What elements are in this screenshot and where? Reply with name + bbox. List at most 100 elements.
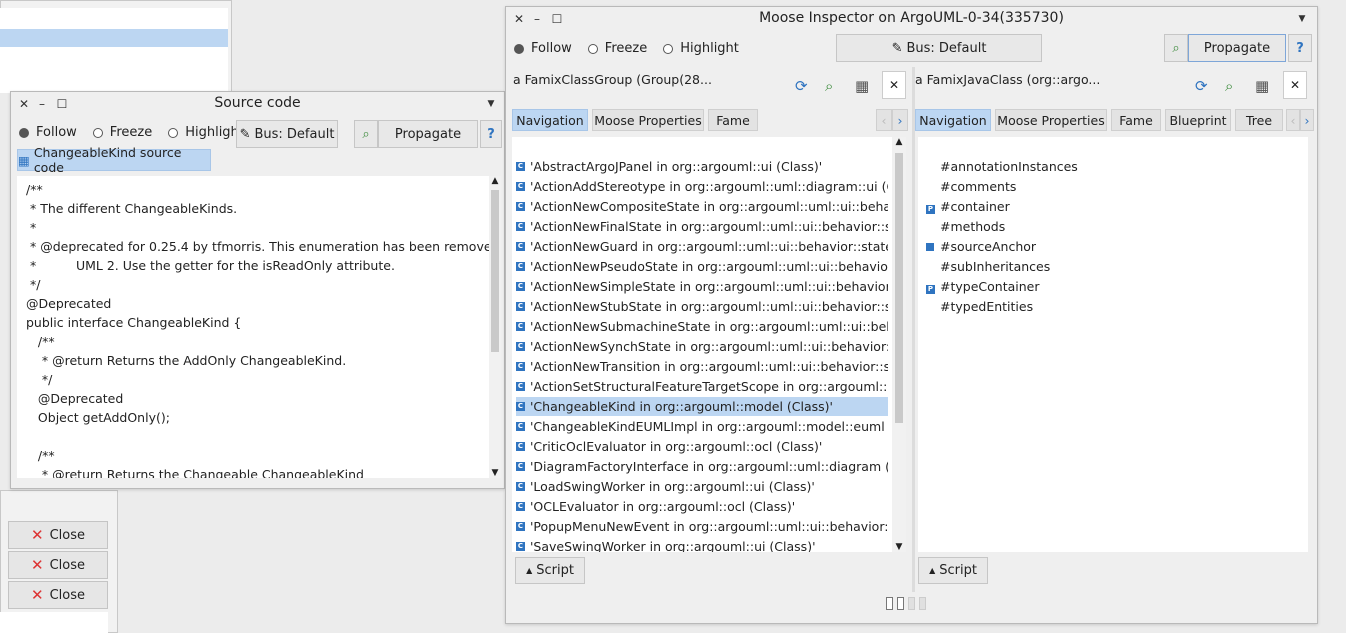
list-item[interactable]: C 'LoadSwingWorker in org::argouml::ui (C… [516, 477, 888, 496]
help-button[interactable]: ? [480, 120, 502, 148]
tab-scroll-right[interactable]: › [1300, 109, 1314, 131]
parent-icon-slot: P [926, 279, 938, 294]
scroll-up-icon[interactable]: ▲ [892, 137, 906, 147]
tab-scroll-left[interactable]: ‹ [876, 109, 892, 131]
scroll-down-icon[interactable]: ▼ [489, 468, 501, 478]
bus-button[interactable]: ✎ Bus: Default [836, 34, 1042, 62]
propagate-button[interactable]: Propagate [1188, 34, 1286, 62]
scroll-down-icon[interactable]: ▼ [892, 542, 906, 552]
list-item[interactable]: C 'CriticOclEvaluator in org::argouml::oc… [516, 437, 888, 456]
left-list-scrollbar[interactable]: ▲ ▼ [892, 137, 906, 552]
tab-blueprint[interactable]: Blueprint [1165, 109, 1231, 131]
script-button[interactable]: ▲ Script [515, 557, 585, 584]
list-item[interactable]: C 'ActionNewCompositeState in org::argoum… [516, 197, 888, 216]
glasses-button[interactable]: ⌕ [354, 120, 378, 148]
source-code-editor[interactable]: /** * The different ChangeableKinds. * *… [17, 176, 489, 478]
glasses-icon[interactable]: ⌕ [1225, 77, 1233, 95]
pane-divider[interactable] [912, 67, 915, 592]
tab-navigation[interactable]: Navigation [512, 109, 588, 131]
tab-tree[interactable]: Tree [1235, 109, 1283, 131]
window-menu-icon[interactable]: ▼ [484, 97, 498, 111]
property-item-label: #sourceAnchor [940, 239, 1037, 254]
glasses-button[interactable]: ⌕ [1164, 34, 1188, 62]
class-icon: C [516, 402, 525, 411]
page-dot[interactable] [908, 597, 915, 610]
page-dot[interactable] [919, 597, 926, 610]
scroll-up-icon[interactable]: ▲ [489, 176, 501, 186]
highlight-radio[interactable] [168, 127, 179, 138]
property-item-label: #subInheritances [940, 259, 1051, 274]
code-line: * @return Returns the Changeable Changea… [26, 467, 364, 478]
property-item[interactable]: #annotationInstances [926, 157, 1308, 176]
list-item[interactable]: C 'PopupMenuNewEvent in org::argouml::uml… [516, 517, 888, 536]
page-dot[interactable] [886, 597, 893, 610]
follow-radio[interactable] [514, 43, 524, 54]
property-item-label: #container [940, 199, 1010, 214]
list-item[interactable]: C 'DiagramFactoryInterface in org::argoum… [516, 457, 888, 476]
script-button[interactable]: ▲ Script [918, 557, 988, 584]
list-item[interactable]: C 'ActionSetStructuralFeatureTargetScope … [516, 377, 888, 396]
tab-moose-properties[interactable]: Moose Properties [995, 109, 1107, 131]
scroll-thumb[interactable] [895, 153, 903, 423]
code-line: /** [26, 448, 55, 463]
tab-moose-properties[interactable]: Moose Properties [592, 109, 704, 131]
refresh-icon[interactable]: ⟳ [795, 77, 808, 95]
property-item[interactable]: #methods [926, 217, 1308, 236]
property-item[interactable]: P #container [926, 197, 1308, 216]
page-dot[interactable] [897, 597, 904, 610]
close-button[interactable]: ✕ Close [8, 551, 108, 579]
left-item-list[interactable]: C 'AbstractArgoJPanel in org::argouml::ui… [512, 137, 898, 552]
freeze-radio[interactable] [92, 127, 103, 138]
list-item[interactable]: C 'ChangeableKindEUMLImpl in org::argouml… [516, 417, 888, 436]
tab-scroll-right[interactable]: › [892, 109, 908, 131]
property-item[interactable]: #comments [926, 177, 1308, 196]
close-button[interactable]: ✕ Close [8, 581, 108, 609]
bus-button[interactable]: ✎ Bus: Default [236, 120, 338, 148]
property-item[interactable]: #typedEntities [926, 297, 1308, 316]
right-property-list[interactable]: #annotationInstances #comments P #container… [918, 137, 1308, 552]
list-item[interactable]: C 'ChangeableKind in org::argouml::model … [516, 397, 888, 416]
close-pane-button[interactable]: ✕ [882, 71, 906, 99]
window-menu-icon[interactable]: ▼ [1295, 12, 1309, 26]
list-item[interactable]: C 'OCLEvaluator in org::argouml::ocl (Cla… [516, 497, 888, 516]
tab-fame[interactable]: Fame [708, 109, 758, 131]
list-item[interactable]: C 'ActionNewFinalState in org::argouml::u… [516, 217, 888, 236]
list-item[interactable]: C 'ActionNewPseudoState in org::argouml::… [516, 257, 888, 276]
list-item[interactable]: C 'AbstractArgoJPanel in org::argouml::ui… [516, 157, 888, 176]
highlight-radio[interactable] [663, 43, 674, 54]
property-item[interactable]: P #typeContainer [926, 277, 1308, 296]
tab-navigation[interactable]: Navigation [915, 109, 991, 131]
source-scrollbar[interactable]: ▲ ▼ [489, 176, 501, 478]
list-item[interactable]: C 'ActionNewGuard in org::argouml::uml::u… [516, 237, 888, 256]
list-item[interactable]: C 'ActionNewSimpleState in org::argouml::… [516, 277, 888, 296]
list-item[interactable]: C 'SaveSwingWorker in org::argouml::ui (C… [516, 537, 888, 552]
refresh-icon[interactable]: ⟳ [1195, 77, 1208, 95]
close-pane-button[interactable]: ✕ [1283, 71, 1307, 99]
close-button[interactable]: ✕ Close [8, 521, 108, 549]
right-pane-header: a FamixJavaClass (org::argo... [915, 72, 1101, 87]
property-item[interactable]: #subInheritances [926, 257, 1308, 276]
code-line: Object getAddOnly(); [26, 410, 170, 425]
list-item[interactable]: C 'ActionNewStubState in org::argouml::um… [516, 297, 888, 316]
list-item[interactable]: C 'ActionNewTransition in org::argouml::u… [516, 357, 888, 376]
list-item-label: 'ActionSetStructuralFeatureTargetScope i… [530, 379, 888, 394]
follow-mode-selector: Follow Freeze Highlight [19, 125, 256, 140]
table-icon[interactable]: ▦ [1255, 77, 1269, 95]
list-item-label: 'AbstractArgoJPanel in org::argouml::ui … [530, 159, 823, 174]
square-icon [926, 243, 934, 251]
help-button[interactable]: ? [1288, 34, 1312, 62]
tab-scroll-left[interactable]: ‹ [1286, 109, 1300, 131]
table-icon[interactable]: ▦ [855, 77, 869, 95]
follow-radio[interactable] [19, 127, 29, 138]
scroll-thumb[interactable] [491, 190, 499, 352]
propagate-button[interactable]: Propagate [378, 120, 478, 148]
property-item[interactable]: #sourceAnchor [926, 237, 1308, 256]
list-item[interactable]: C 'ActionNewSynchState in org::argouml::u… [516, 337, 888, 356]
tab-source-code[interactable]: ▦ ChangeableKind source code [17, 145, 211, 175]
tab-fame[interactable]: Fame [1111, 109, 1161, 131]
list-item[interactable]: C 'ActionAddStereotype in org::argouml::u… [516, 177, 888, 196]
freeze-radio[interactable] [587, 43, 598, 54]
close-icon: ✕ [31, 586, 44, 604]
list-item[interactable]: C 'ActionNewSubmachineState in org::argou… [516, 317, 888, 336]
glasses-icon[interactable]: ⌕ [825, 77, 833, 95]
